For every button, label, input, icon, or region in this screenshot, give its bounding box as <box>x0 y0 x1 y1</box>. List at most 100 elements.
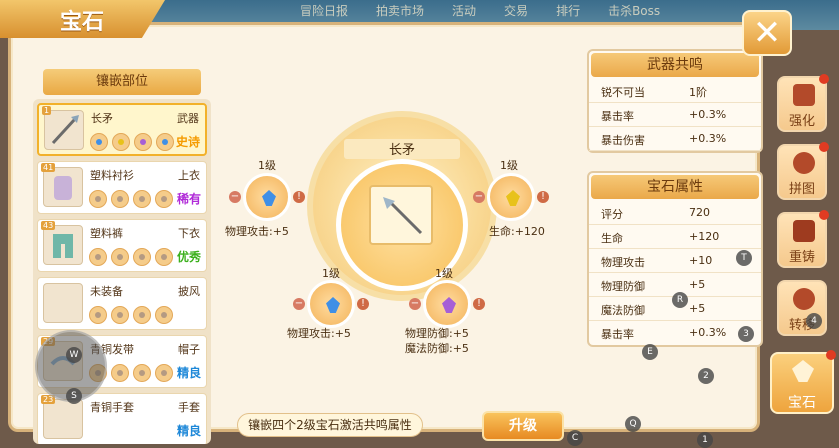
socket-icon <box>155 306 173 324</box>
remove-gem-icon[interactable]: − <box>293 298 305 310</box>
item-type: 手套 <box>178 401 200 414</box>
page-title: 宝石 <box>60 10 105 35</box>
hotkey[interactable]: 2 <box>698 368 714 384</box>
stat-name: 物理攻击 <box>601 256 645 269</box>
gem-slot-2[interactable] <box>487 173 535 221</box>
alert-icon[interactable]: ! <box>293 191 305 203</box>
stat-value: +5 <box>689 302 706 315</box>
hotkey[interactable]: 3 <box>738 326 754 342</box>
top-menu-item[interactable]: 活动 <box>452 2 476 19</box>
gem-attr-header: 宝石属性 <box>591 175 759 199</box>
equipment-slot-top[interactable]: 41 塑料衬衫 上衣 稀有 <box>37 161 207 214</box>
equipment-slot-bottom[interactable]: 43 塑料裤 下衣 优秀 <box>37 219 207 272</box>
close-icon: ✕ <box>752 13 782 53</box>
item-type: 上衣 <box>178 169 200 182</box>
top-menu-item[interactable]: 排行 <box>556 2 580 19</box>
hotkey[interactable]: T <box>736 250 752 266</box>
gem-slot-3[interactable] <box>307 280 355 328</box>
item-level: 43 <box>41 221 56 230</box>
remove-gem-icon[interactable]: − <box>473 191 485 203</box>
equipment-slot-weapon[interactable]: 1 长矛 武器 史诗 <box>37 103 207 156</box>
spear-icon <box>383 197 423 235</box>
tab-gem[interactable]: 宝石 <box>770 350 836 414</box>
blue-gem-icon <box>326 297 340 313</box>
socket-icon <box>133 190 151 208</box>
hotkey[interactable]: S <box>66 388 82 404</box>
socket-icon <box>155 364 173 382</box>
gem-slot-attr: 生命:+120 <box>489 225 545 238</box>
hotkey[interactable]: R <box>672 292 688 308</box>
stat-name: 生命 <box>601 232 623 245</box>
socket-icon <box>89 190 107 208</box>
tab-puzzle[interactable]: 拼图 <box>777 142 829 200</box>
stat-value: +0.3% <box>689 132 727 145</box>
top-menu-item[interactable]: 交易 <box>504 2 528 19</box>
alert-icon[interactable]: ! <box>473 298 485 310</box>
hotkey[interactable]: E <box>642 344 658 360</box>
stat-value: +0.3% <box>689 108 727 121</box>
remove-gem-icon[interactable]: − <box>409 298 421 310</box>
center-item-name: 长矛 <box>344 139 460 159</box>
resonance-row: 暴击率 +0.3% <box>589 103 761 127</box>
item-name: 未装备 <box>90 285 123 298</box>
weapon-frame[interactable] <box>369 185 433 245</box>
item-rarity: 稀有 <box>176 192 201 206</box>
alert-icon[interactable]: ! <box>357 298 369 310</box>
empty-slot-icon <box>43 283 83 323</box>
list-header: 镶嵌部位 <box>43 69 201 95</box>
equipment-slot-cape[interactable]: 未装备 披风 <box>37 277 207 330</box>
gem-sockets <box>89 248 173 266</box>
gem-icon <box>792 360 814 382</box>
gem-slot-attr: 物理攻击:+5 <box>225 225 289 238</box>
resonance-row: 锐不可当 1阶 <box>589 79 761 103</box>
top-menu-item[interactable]: 击杀Boss <box>608 2 660 19</box>
gem-slot-level: 1级 <box>500 159 518 172</box>
alert-icon[interactable]: ! <box>537 191 549 203</box>
resonance-box: 武器共鸣 锐不可当 1阶 暴击率 +0.3% 暴击伤害 +0.3% <box>587 49 763 153</box>
stat-value: +120 <box>689 230 720 243</box>
notification-dot <box>819 142 829 152</box>
socket-icon <box>133 248 151 266</box>
tab-enhance[interactable]: 强化 <box>777 74 829 132</box>
gem-panel: 镶嵌部位 1 长矛 武器 史诗 41 塑料衬衫 上衣 稀有 43 塑料裤 下衣 … <box>8 22 763 444</box>
resonance-hint: 镶嵌四个2级宝石激活共鸣属性 <box>237 413 423 437</box>
item-rarity: 史诗 <box>175 135 200 149</box>
tab-label: 强化 <box>788 114 815 129</box>
gem-attr-row: 生命 +120 <box>589 225 761 249</box>
item-type: 下衣 <box>178 227 200 240</box>
yellow-gem-icon <box>506 190 520 206</box>
hotkey[interactable]: Q <box>625 416 641 432</box>
gem-attr-row: 暴击率 +0.3% <box>589 321 761 345</box>
puzzle-icon <box>793 152 815 174</box>
gem-slot-4[interactable] <box>423 280 471 328</box>
shirt-icon <box>43 167 83 207</box>
tab-label: 重铸 <box>788 250 815 265</box>
hotkey[interactable]: W <box>66 347 82 363</box>
stat-name: 暴击率 <box>601 328 634 341</box>
gem-sockets <box>90 133 174 151</box>
gem-sockets <box>89 190 173 208</box>
stat-name: 评分 <box>601 208 623 221</box>
stat-name: 暴击率 <box>601 110 634 123</box>
tab-transfer[interactable]: 转移 <box>777 280 827 336</box>
hotkey[interactable]: 1 <box>697 432 713 448</box>
socket-icon <box>156 133 174 151</box>
anvil-icon <box>793 84 815 106</box>
remove-gem-icon[interactable]: − <box>229 191 241 203</box>
hotkey[interactable]: C <box>567 430 583 446</box>
socket-icon <box>111 190 129 208</box>
socket-icon <box>155 248 173 266</box>
close-button[interactable]: ✕ <box>742 10 792 56</box>
top-menu-item[interactable]: 冒险日报 <box>300 2 348 19</box>
tab-reforge[interactable]: 重铸 <box>777 210 829 268</box>
gem-attr-row: 物理攻击 +10 <box>589 249 761 273</box>
hotkey[interactable]: 4 <box>806 313 822 329</box>
resonance-row: 暴击伤害 +0.3% <box>589 127 761 151</box>
title-tab: 宝石 <box>0 0 165 38</box>
gem-slot-1[interactable] <box>243 173 291 221</box>
socket-icon <box>90 133 108 151</box>
gem-slot-level: 1级 <box>435 267 453 280</box>
item-type: 披风 <box>178 285 200 298</box>
top-menu-item[interactable]: 拍卖市场 <box>376 2 424 19</box>
upgrade-button[interactable]: 升级 <box>482 411 564 441</box>
